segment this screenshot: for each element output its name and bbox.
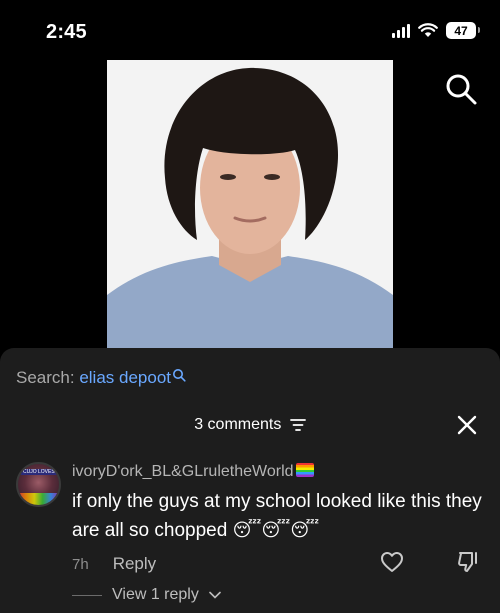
comment-age: 7h <box>72 555 89 573</box>
username-text: ivoryD'ork_BL&GLruletheWorld <box>72 463 294 480</box>
video-player[interactable] <box>107 60 393 350</box>
close-icon[interactable] <box>456 414 478 436</box>
comments-count: 3 comments <box>194 416 282 433</box>
avatar[interactable]: CUJO LOVES <box>16 462 61 507</box>
video-frame <box>107 60 393 350</box>
comment-text: if only the guys at my school looked lik… <box>72 488 482 545</box>
related-search[interactable]: Search: elias depoot <box>16 368 186 388</box>
avatar-rainbow <box>18 493 59 505</box>
view-replies-label: View 1 reply <box>112 586 199 603</box>
battery-level: 47 <box>454 23 468 38</box>
rainbow-flag-icon <box>295 463 314 477</box>
wifi-icon <box>418 23 438 37</box>
comment-username[interactable]: ivoryD'ork_BL&GLruletheWorld <box>72 463 314 481</box>
sleeping-emoji-icon: 😴 <box>261 520 291 540</box>
avatar-badge: CUJO LOVES <box>21 469 57 475</box>
sleeping-emoji-icon: 😴 <box>290 520 320 540</box>
comment-meta: 7h Reply <box>72 554 156 574</box>
replies-divider <box>72 594 102 596</box>
status-icons: 47 <box>392 22 480 39</box>
heart-icon[interactable] <box>380 550 404 574</box>
sleeping-emoji-icon: 😴 <box>232 520 262 540</box>
signal-icon <box>392 23 410 38</box>
search-small-icon <box>173 369 186 382</box>
view-replies[interactable]: View 1 reply <box>72 586 221 604</box>
battery-icon: 47 <box>446 22 480 39</box>
search-query-link[interactable]: elias depoot <box>79 368 171 387</box>
status-bar: 2:45 47 <box>0 0 500 60</box>
search-icon[interactable] <box>444 72 478 106</box>
chevron-down-icon <box>209 591 221 599</box>
search-prefix: Search: <box>16 368 75 387</box>
dislike-icon[interactable] <box>456 550 480 574</box>
comments-header: 3 comments <box>0 416 500 434</box>
status-time: 2:45 <box>46 21 87 43</box>
reply-button[interactable]: Reply <box>113 554 156 574</box>
filter-icon[interactable] <box>289 418 306 432</box>
